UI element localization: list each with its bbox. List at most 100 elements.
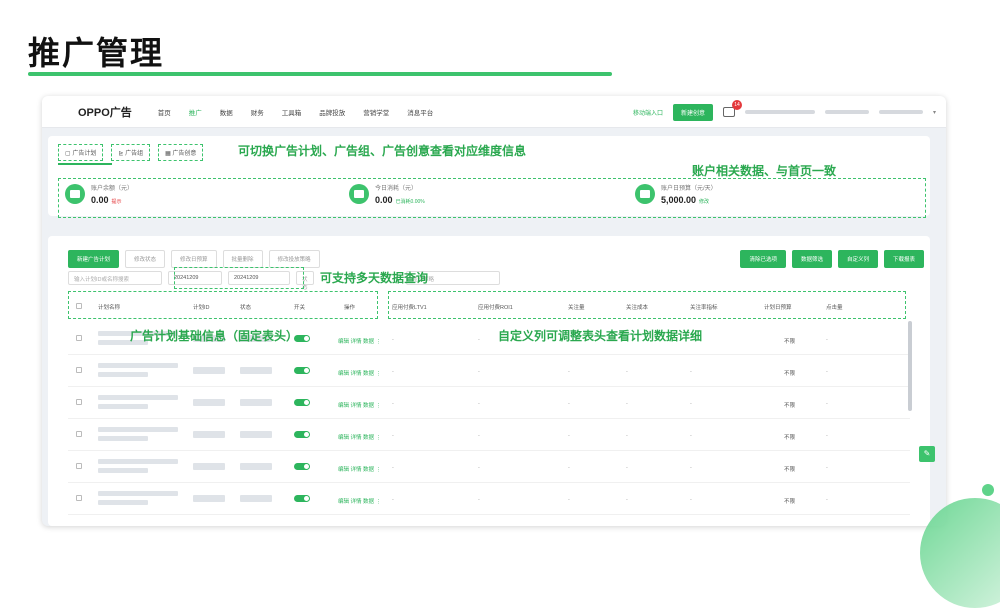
table-row[interactable]: 编辑 详情 数据 ⋮ - - - - - - 不限 xyxy=(68,355,910,387)
plan-name-blurred xyxy=(98,427,178,432)
annotation-fixed-header: 广告计划基础信息（固定表头） xyxy=(130,329,299,343)
clear-selection-button[interactable]: 清除已选项 xyxy=(740,250,786,268)
download-report-button[interactable]: 下载报表 xyxy=(883,250,924,268)
account-name-blurred xyxy=(878,110,923,114)
row-checkbox[interactable] xyxy=(76,495,82,501)
plan-toggle-switch[interactable] xyxy=(294,431,310,438)
table-scrollbar[interactable] xyxy=(908,321,912,411)
batch-actions: 新建广告计划 修改状态 修改日预算 批量删除 修改投放策略 xyxy=(68,250,320,268)
page-title: 推广管理 xyxy=(28,35,165,71)
plan-id-blurred xyxy=(193,495,225,502)
row-checkbox[interactable] xyxy=(76,399,82,405)
metric-cell: - xyxy=(392,465,394,471)
plan-toggle-switch[interactable] xyxy=(294,495,310,502)
new-creative-button[interactable]: 新建创意 xyxy=(672,103,713,121)
metric-cell: - xyxy=(478,465,480,471)
budget-cell: 不限 xyxy=(784,499,796,505)
budget-cell: 不限 xyxy=(784,435,796,441)
row-actions[interactable]: 编辑 详情 数据 ⋮ xyxy=(338,465,381,473)
metric-extra[interactable]: 提示 xyxy=(112,199,122,205)
col-ltv1[interactable]: 应用付费LTV1 xyxy=(392,303,427,311)
metric-cell: - xyxy=(626,401,628,407)
nav-item-messages[interactable]: 消息平台 xyxy=(407,107,433,117)
metric-cell: - xyxy=(478,497,480,503)
batch-delete-button[interactable]: 批量删除 xyxy=(222,250,263,268)
edit-strategy-button[interactable]: 修改投放策略 xyxy=(268,250,320,268)
edit-icon[interactable]: ✎ xyxy=(919,446,935,462)
nav-item-data[interactable]: 数据 xyxy=(220,107,233,117)
active-tab-underline xyxy=(58,163,112,165)
custom-columns-button[interactable]: 自定义列 xyxy=(837,250,878,268)
col-status[interactable]: 状态 xyxy=(240,303,251,311)
tab-adgroup[interactable]: ⊵ 广告组 xyxy=(111,144,151,161)
budget-cell: 不限 xyxy=(784,339,796,345)
metric-today-spend: 今日消耗（元） 0.00 已消耗0.00% xyxy=(349,183,425,205)
metric-cell: - xyxy=(392,369,394,375)
main-nav: 首页 推广 数据 财务 工具箱 品牌投放 营销学堂 消息平台 xyxy=(158,107,434,117)
edit-budget-button[interactable]: 修改日预算 xyxy=(171,250,217,268)
row-checkbox[interactable] xyxy=(76,335,82,341)
row-actions[interactable]: 编辑 详情 数据 ⋮ xyxy=(338,401,381,409)
tab-campaign[interactable]: ▢ 广告计划 xyxy=(58,144,104,161)
metric-cell: - xyxy=(478,401,480,407)
row-actions[interactable]: 编辑 详情 数据 ⋮ xyxy=(338,433,381,441)
budget-cell: 不限 xyxy=(784,371,796,377)
col-roi1[interactable]: 应用付费ROI1 xyxy=(478,303,513,311)
col-clicks[interactable]: 点击量 xyxy=(826,303,843,311)
nav-item-academy[interactable]: 营销学堂 xyxy=(363,107,389,117)
search-input[interactable]: 输入计划ID或名称搜索 xyxy=(68,271,162,285)
nav-item-finance[interactable]: 财务 xyxy=(251,107,264,117)
select-all-checkbox[interactable] xyxy=(76,303,82,309)
col-actions[interactable]: 操作 xyxy=(344,303,355,311)
plan-toggle-switch[interactable] xyxy=(294,399,310,406)
metric-cell: - xyxy=(626,433,628,439)
metric-cell: - xyxy=(568,497,570,503)
col-follow-rate[interactable]: 关注率指标 xyxy=(690,303,718,311)
metric-extra: 已消耗0.00% xyxy=(395,199,425,205)
metric-cell: - xyxy=(690,465,692,471)
metric-extra[interactable]: 修改 xyxy=(699,199,709,205)
row-checkbox[interactable] xyxy=(76,367,82,373)
status-blurred xyxy=(240,463,272,470)
data-filter-button[interactable]: 数据筛选 xyxy=(791,250,832,268)
table-row[interactable]: 编辑 详情 数据 ⋮ - - - - - - 不限 xyxy=(68,419,910,451)
nav-item-toolbox[interactable]: 工具箱 xyxy=(282,107,302,117)
table-row[interactable]: 编辑 详情 数据 ⋮ - - - - - - 不限 xyxy=(68,387,910,419)
nav-item-home[interactable]: 首页 xyxy=(158,107,171,117)
col-follow-cost[interactable]: 关注成本 xyxy=(626,303,648,311)
new-campaign-button[interactable]: 新建广告计划 xyxy=(68,250,120,268)
mobile-entry-link[interactable]: 移动端入口 xyxy=(633,108,663,117)
table-row[interactable]: 编辑 详情 数据 ⋮ - - - - - - 不限 xyxy=(68,451,910,483)
col-plan-name[interactable]: 计划名称 xyxy=(98,303,120,311)
status-blurred xyxy=(240,431,272,438)
wallet-icon xyxy=(65,184,85,204)
nav-item-brand[interactable]: 品牌投放 xyxy=(319,107,345,117)
metric-cell: - xyxy=(392,497,394,503)
row-actions[interactable]: 编辑 详情 数据 ⋮ xyxy=(338,369,381,377)
tab-creative[interactable]: ▦ 广告创意 xyxy=(158,144,204,161)
col-follows[interactable]: 关注量 xyxy=(568,303,585,311)
row-actions[interactable]: 编辑 详情 数据 ⋮ xyxy=(338,337,381,345)
account-metrics: 账户余额（元） 0.00 提示 今日消耗（元） 0.00 已消耗0.00% 账户日预… xyxy=(58,178,926,218)
metric-cell: - xyxy=(478,369,480,375)
nav-item-promotion[interactable]: 推广 xyxy=(189,107,202,117)
edit-status-button[interactable]: 修改状态 xyxy=(125,250,166,268)
row-checkbox[interactable] xyxy=(76,431,82,437)
plan-toggle-switch[interactable] xyxy=(294,367,310,374)
plan-id-blurred xyxy=(193,431,225,438)
plan-toggle-switch[interactable] xyxy=(294,463,310,470)
app-logo: OPPO广告 xyxy=(78,106,132,119)
col-plan-id[interactable]: 计划ID xyxy=(193,303,210,311)
plan-name-blurred xyxy=(98,468,148,473)
chevron-down-icon[interactable]: ▾ xyxy=(933,109,936,116)
metric-cell: - xyxy=(826,433,828,439)
message-icon[interactable]: 14 xyxy=(722,100,742,117)
row-checkbox[interactable] xyxy=(76,463,82,469)
row-actions[interactable]: 编辑 详情 数据 ⋮ xyxy=(338,497,381,505)
plan-id-blurred xyxy=(193,463,225,470)
table-row[interactable]: 编辑 详情 数据 ⋮ - - - - - - 不限 xyxy=(68,483,910,515)
col-switch[interactable]: 开关 xyxy=(294,303,305,311)
metric-cell: - xyxy=(478,433,480,439)
col-daily-budget[interactable]: 计划日预算 xyxy=(764,303,792,311)
plan-name-blurred xyxy=(98,500,148,505)
